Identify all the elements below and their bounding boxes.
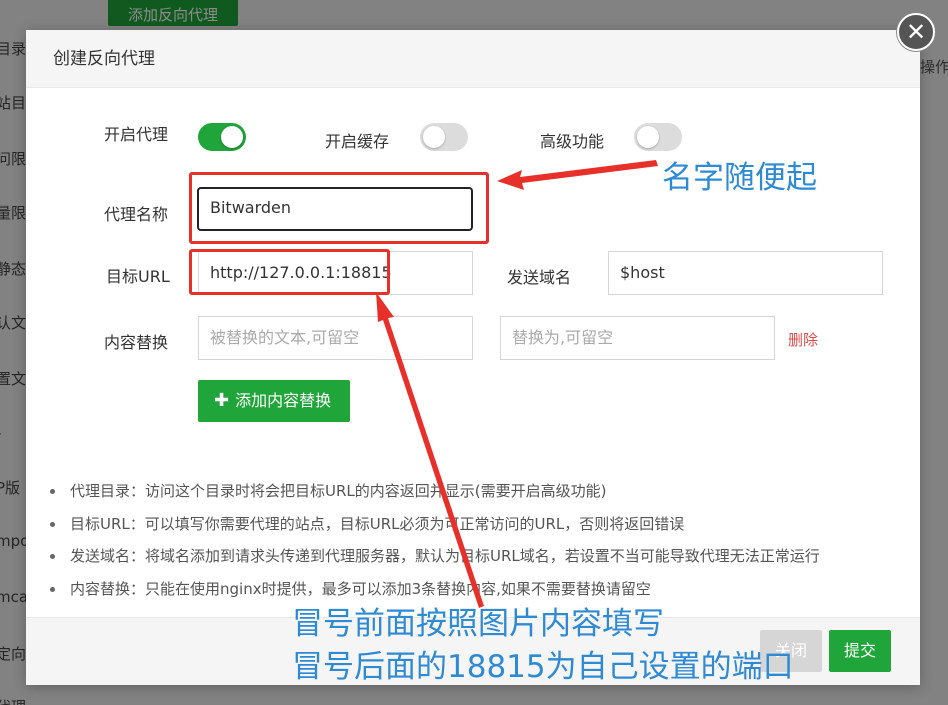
add-content-replace-button[interactable]: ✚ 添加内容替换	[198, 380, 350, 422]
plus-icon: ✚	[214, 390, 230, 411]
replacement-text-input[interactable]: 替换为,可留空	[500, 316, 775, 360]
annotation-url-note-1: 冒号前面按照图片内容填写	[292, 606, 664, 642]
annotation-url-note-2: 冒号后面的18815为自己设置的端口	[292, 649, 794, 685]
enable-proxy-label: 开启代理	[104, 125, 169, 144]
toggle-knob	[221, 126, 243, 148]
annotation-box-name	[189, 172, 489, 244]
list-item: 目标URL：可以填写你需要代理的站点，目标URL必须为可正常访问的URL，否则将…	[48, 508, 918, 541]
tips-list: 代理目录：访问这个目录时将会把目标URL的内容返回并显示(需要开启高级功能) 目…	[48, 475, 918, 605]
send-domain-input[interactable]: $host	[608, 251, 883, 295]
toggle-knob	[637, 126, 659, 148]
content-replace-label: 内容替换	[104, 333, 169, 352]
advanced-label: 高级功能	[540, 132, 605, 151]
enable-cache-toggle[interactable]	[420, 123, 468, 151]
annotation-box-url	[189, 249, 390, 295]
enable-cache-label: 开启缓存	[325, 132, 390, 151]
list-item: 代理目录：访问这个目录时将会把目标URL的内容返回并显示(需要开启高级功能)	[48, 475, 918, 508]
close-icon[interactable]: ✕	[897, 13, 935, 51]
submit-button[interactable]: 提交	[829, 630, 891, 672]
send-domain-label: 发送域名	[507, 268, 572, 287]
proxy-name-label: 代理名称	[104, 205, 169, 224]
advanced-toggle[interactable]	[634, 123, 682, 151]
replaced-text-input[interactable]: 被替换的文本,可留空	[198, 316, 473, 360]
add-content-replace-label: 添加内容替换	[235, 391, 332, 410]
create-reverse-proxy-dialog: 创建反向代理 开启代理 开启缓存 高级功能 代理名称 Bitwarden 目标U…	[26, 30, 920, 685]
list-item: 发送域名：将域名添加到请求头传递到代理服务器，默认为目标URL域名，若设置不当可…	[48, 540, 918, 573]
enable-proxy-toggle[interactable]	[198, 123, 246, 151]
dialog-title: 创建反向代理	[26, 30, 920, 88]
target-url-label: 目标URL	[106, 267, 170, 286]
toggle-knob	[423, 126, 445, 148]
annotation-name-note: 名字随便起	[662, 160, 817, 196]
delete-replace-link[interactable]: 删除	[788, 329, 818, 350]
